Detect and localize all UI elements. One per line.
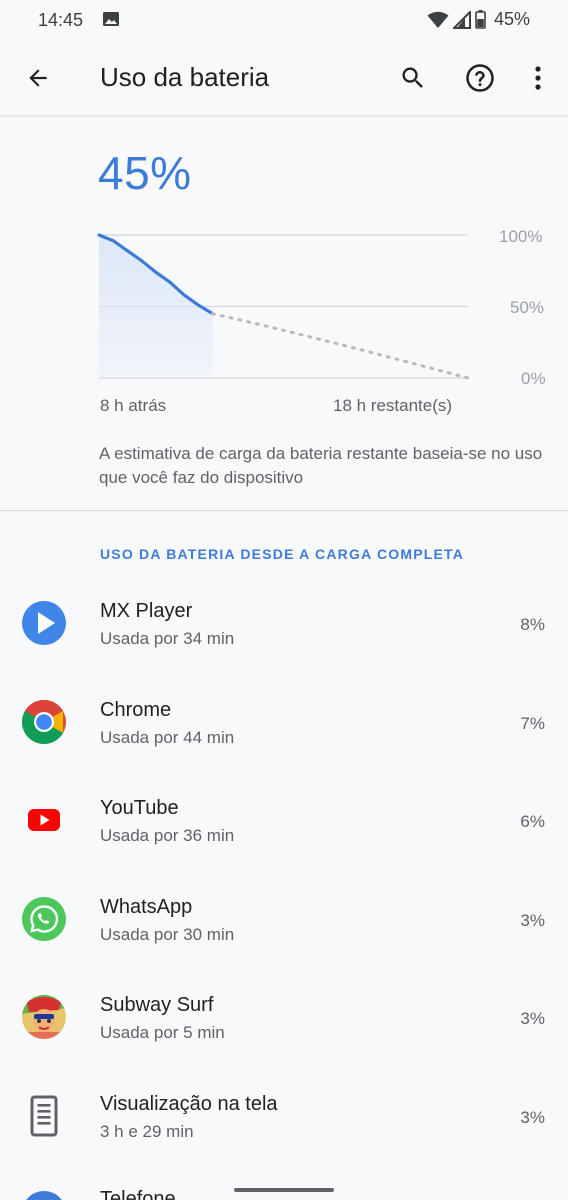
app-bar: Uso da bateria <box>0 40 568 116</box>
more-options-button[interactable] <box>522 62 554 94</box>
gallery-notification-icon <box>103 12 119 26</box>
mx-player-icon <box>21 600 67 646</box>
app-percent: 8% <box>520 615 545 634</box>
app-name: WhatsApp <box>100 895 193 918</box>
status-time: 14:45 <box>38 10 84 30</box>
subway-surf-icon <box>21 994 67 1040</box>
search-icon <box>402 67 423 88</box>
app-usage: Usada por 44 min <box>100 727 235 747</box>
app-row-chrome[interactable]: Chrome Usada por 44 min 7% <box>0 679 568 778</box>
wifi-icon <box>427 11 449 28</box>
status-bar: 14:45 45% <box>0 0 568 40</box>
app-usage: 3 h e 29 min <box>100 1121 194 1141</box>
status-indicators: 45% <box>427 9 530 30</box>
battery-chart-svg <box>97 233 470 380</box>
y-tick-100: 100% <box>499 227 543 246</box>
app-usage: Usada por 30 min <box>100 924 235 944</box>
projection-line <box>211 312 470 380</box>
youtube-icon <box>21 797 67 843</box>
history-area-fill <box>99 235 213 378</box>
whatsapp-icon <box>21 896 67 942</box>
section-divider <box>0 510 568 511</box>
chrome-icon <box>21 699 67 745</box>
cell-signal-icon <box>452 10 471 29</box>
x-label-past: 8 h atrás <box>100 396 167 415</box>
app-percent: 3% <box>520 910 545 930</box>
x-label-remaining: 18 h restante(s) <box>333 396 453 415</box>
app-percent: 6% <box>520 812 545 831</box>
help-button[interactable] <box>464 62 496 94</box>
arrow-back-icon <box>29 69 47 87</box>
app-usage: Usada por 36 min <box>100 826 235 845</box>
app-row-whatsapp[interactable]: WhatsApp Usada por 30 min 3% <box>0 876 568 975</box>
app-row-subway-surf[interactable]: Subway Surf Usada por 5 min 3% <box>0 974 568 1073</box>
page-title: Uso da bateria <box>100 62 270 92</box>
app-usage-list: MX Player Usada por 34 min 8% Chrome Usa… <box>0 580 568 1171</box>
estimate-description: A estimativa de carga da bateria restant… <box>99 444 543 487</box>
app-percent: 3% <box>520 1009 545 1028</box>
app-usage: Usada por 5 min <box>100 1023 225 1042</box>
app-usage: Usada por 34 min <box>100 629 235 648</box>
y-tick-50: 50% <box>510 298 545 317</box>
phone-app-icon <box>22 1191 66 1200</box>
back-button[interactable] <box>22 62 54 94</box>
more-vert-icon <box>535 66 541 90</box>
app-row-youtube[interactable]: YouTube Usada por 36 min 6% <box>0 777 568 876</box>
app-percent: 7% <box>520 713 545 733</box>
gesture-nav-handle[interactable] <box>234 1188 334 1192</box>
y-tick-0: 0% <box>521 369 546 388</box>
battery-icon <box>475 10 486 29</box>
search-button[interactable] <box>397 62 429 94</box>
section-header: USO DA BATERIA DESDE A CARGA COMPLETA <box>100 546 465 562</box>
app-row-screen[interactable]: Visualização na tela 3 h e 29 min 3% <box>0 1073 568 1172</box>
battery-percent: 45% <box>98 147 192 199</box>
app-name: Subway Surf <box>100 994 214 1016</box>
battery-chart: 100% 50% 0% <box>0 220 568 390</box>
app-name: Telefone <box>100 1188 176 1200</box>
screen-icon <box>21 1093 67 1139</box>
app-name: YouTube <box>100 797 179 819</box>
app-percent: 3% <box>520 1107 545 1127</box>
app-name: Visualização na tela <box>100 1092 278 1115</box>
app-name: Chrome <box>100 698 172 721</box>
help-icon <box>466 64 494 92</box>
status-battery-percent: 45% <box>493 9 530 29</box>
app-row-mx-player[interactable]: MX Player Usada por 34 min 8% <box>0 580 568 679</box>
app-name: MX Player <box>100 600 193 622</box>
